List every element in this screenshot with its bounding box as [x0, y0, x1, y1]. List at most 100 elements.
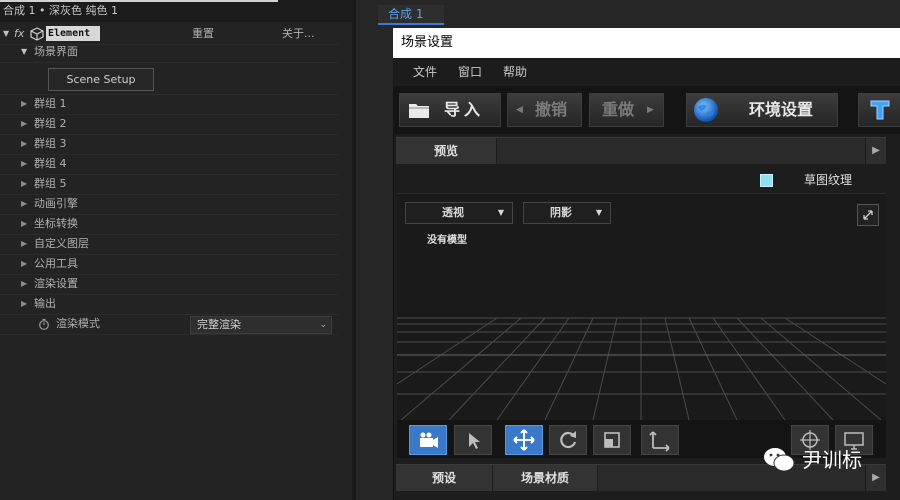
property-group-row[interactable]: ▶ 渲染设置: [0, 274, 338, 295]
undo-button[interactable]: ◀ 撤销: [507, 93, 582, 127]
expand-triangle-icon[interactable]: ▶: [21, 254, 27, 274]
property-group-row[interactable]: ▶ 群组 5: [0, 174, 338, 195]
property-group-label: 公用工具: [34, 257, 78, 270]
shading-value: 阴影: [550, 206, 572, 219]
ground-grid: [397, 317, 886, 420]
scale-icon: [604, 432, 620, 448]
panel-header-text: 合成 1 • 深灰色 纯色 1: [3, 4, 118, 17]
property-group-row[interactable]: ▶ 输出: [0, 294, 338, 315]
select-tool-button[interactable]: [454, 425, 492, 455]
property-group-label: 动画引擎: [34, 197, 78, 210]
environment-settings-button[interactable]: 环境设置: [686, 93, 838, 127]
expand-triangle-icon[interactable]: ▶: [21, 194, 27, 214]
expand-triangle-icon[interactable]: ▶: [21, 234, 27, 254]
chevron-down-icon: ⌄: [319, 320, 327, 330]
camera-tool-button[interactable]: [409, 425, 447, 455]
expand-triangle-icon[interactable]: ▶: [21, 174, 27, 194]
property-group-row[interactable]: ▶ 坐标转换: [0, 214, 338, 235]
render-mode-label: 渲染模式: [56, 317, 100, 330]
rotate-icon: [560, 431, 577, 449]
maximize-viewport-button[interactable]: [857, 204, 879, 226]
arrow-right-icon: ▶: [647, 105, 654, 115]
cube-icon: [30, 27, 44, 41]
stopwatch-icon[interactable]: [38, 318, 50, 330]
caret-down-icon: ▼: [497, 208, 504, 217]
cursor-icon: [469, 433, 480, 449]
move-tool-button[interactable]: [505, 425, 543, 455]
property-group-row[interactable]: ▶ 群组 1: [0, 94, 338, 115]
panel-arrow-right-icon[interactable]: ▶: [865, 138, 886, 164]
preview-tabbar: 预览 ▶: [396, 137, 886, 164]
about-link[interactable]: 关于...: [282, 24, 315, 44]
property-group-label: 群组 3: [34, 137, 67, 150]
sketch-texture-label: 草图纹理: [804, 173, 853, 187]
property-group-row[interactable]: ▶ 群组 3: [0, 134, 338, 155]
effect-name[interactable]: Element: [46, 26, 100, 41]
menu-window[interactable]: 窗口: [458, 58, 482, 86]
collapse-triangle-icon[interactable]: ▼: [3, 24, 9, 44]
expand-triangle-icon[interactable]: ▶: [21, 214, 27, 234]
tab-scene-materials[interactable]: 场景材质: [493, 465, 598, 491]
expand-triangle-icon[interactable]: ▶: [21, 134, 27, 154]
scene-setup-button[interactable]: Scene Setup: [48, 68, 154, 91]
expand-triangle-icon[interactable]: ▶: [21, 294, 27, 314]
watermark: 尹训标: [756, 440, 896, 480]
wechat-icon: [764, 448, 795, 472]
expand-triangle-icon[interactable]: ▶: [21, 274, 27, 294]
property-group-row[interactable]: ▶ 群组 4: [0, 154, 338, 175]
menu-help[interactable]: 帮助: [503, 58, 527, 86]
property-group-row[interactable]: ▶ 自定义图层: [0, 234, 338, 255]
collapse-triangle-icon[interactable]: ▼: [21, 42, 27, 62]
tab-presets[interactable]: 预设: [396, 465, 493, 491]
text-tool-button[interactable]: [858, 93, 900, 127]
texture-row: 草图纹理: [397, 167, 886, 194]
property-group-label: 群组 5: [34, 177, 67, 190]
render-mode-select[interactable]: 完整渲染 ⌄: [190, 316, 332, 334]
3d-text-icon: [870, 100, 890, 120]
header-highlight: [0, 0, 278, 2]
3d-viewport[interactable]: 透视 ▼ 阴影 ▼ 没有模型: [397, 194, 886, 420]
expand-triangle-icon[interactable]: ▶: [21, 94, 27, 114]
property-group-label: 渲染设置: [34, 277, 78, 290]
window-titlebar[interactable]: 场景设置: [393, 28, 900, 58]
import-label: 导入: [444, 100, 485, 119]
sketch-texture-checkbox[interactable]: [760, 174, 773, 187]
composition-tab-label: 合成 1: [388, 7, 424, 21]
property-group-label: 坐标转换: [34, 217, 78, 230]
scene-interface-label: 场景界面: [34, 45, 78, 58]
globe-icon: [694, 98, 718, 122]
menu-file[interactable]: 文件: [413, 58, 437, 86]
reset-link[interactable]: 重置: [192, 24, 214, 44]
tab-preview[interactable]: 预览: [396, 138, 497, 164]
expand-triangle-icon[interactable]: ▶: [21, 114, 27, 134]
fx-label[interactable]: fx: [14, 24, 24, 44]
window-title: 场景设置: [401, 35, 454, 50]
camera-icon: [420, 432, 438, 448]
view-mode-value: 透视: [442, 206, 464, 219]
property-group-label: 群组 1: [34, 97, 67, 110]
property-group-label: 自定义图层: [34, 237, 89, 250]
axis-tool-button[interactable]: [641, 425, 679, 455]
render-mode-value: 完整渲染: [197, 318, 241, 331]
undo-label: 撤销: [535, 100, 568, 119]
redo-button[interactable]: 重做 ▶: [589, 93, 664, 127]
composition-tab[interactable]: 合成 1: [378, 5, 444, 25]
property-group-row[interactable]: ▶ 动画引擎: [0, 194, 338, 215]
environment-settings-label: 环境设置: [749, 100, 814, 119]
property-group-label: 群组 4: [34, 157, 67, 170]
folder-icon: [409, 104, 429, 118]
no-model-label: 没有模型: [427, 235, 467, 246]
view-mode-dropdown[interactable]: 透视 ▼: [405, 202, 513, 224]
redo-label: 重做: [602, 100, 635, 119]
import-button[interactable]: 导入: [399, 93, 501, 127]
menu-bar: 文件 窗口 帮助: [393, 58, 900, 86]
arrow-left-icon: ◀: [516, 105, 523, 115]
caret-down-icon: ▼: [595, 208, 602, 217]
property-group-row[interactable]: ▶ 公用工具: [0, 254, 338, 275]
rotate-tool-button[interactable]: [549, 425, 587, 455]
scale-tool-button[interactable]: [593, 425, 631, 455]
scene-interface-row[interactable]: ▼ 场景界面: [0, 42, 338, 63]
property-group-row[interactable]: ▶ 群组 2: [0, 114, 338, 135]
expand-triangle-icon[interactable]: ▶: [21, 154, 27, 174]
shading-dropdown[interactable]: 阴影 ▼: [523, 202, 611, 224]
